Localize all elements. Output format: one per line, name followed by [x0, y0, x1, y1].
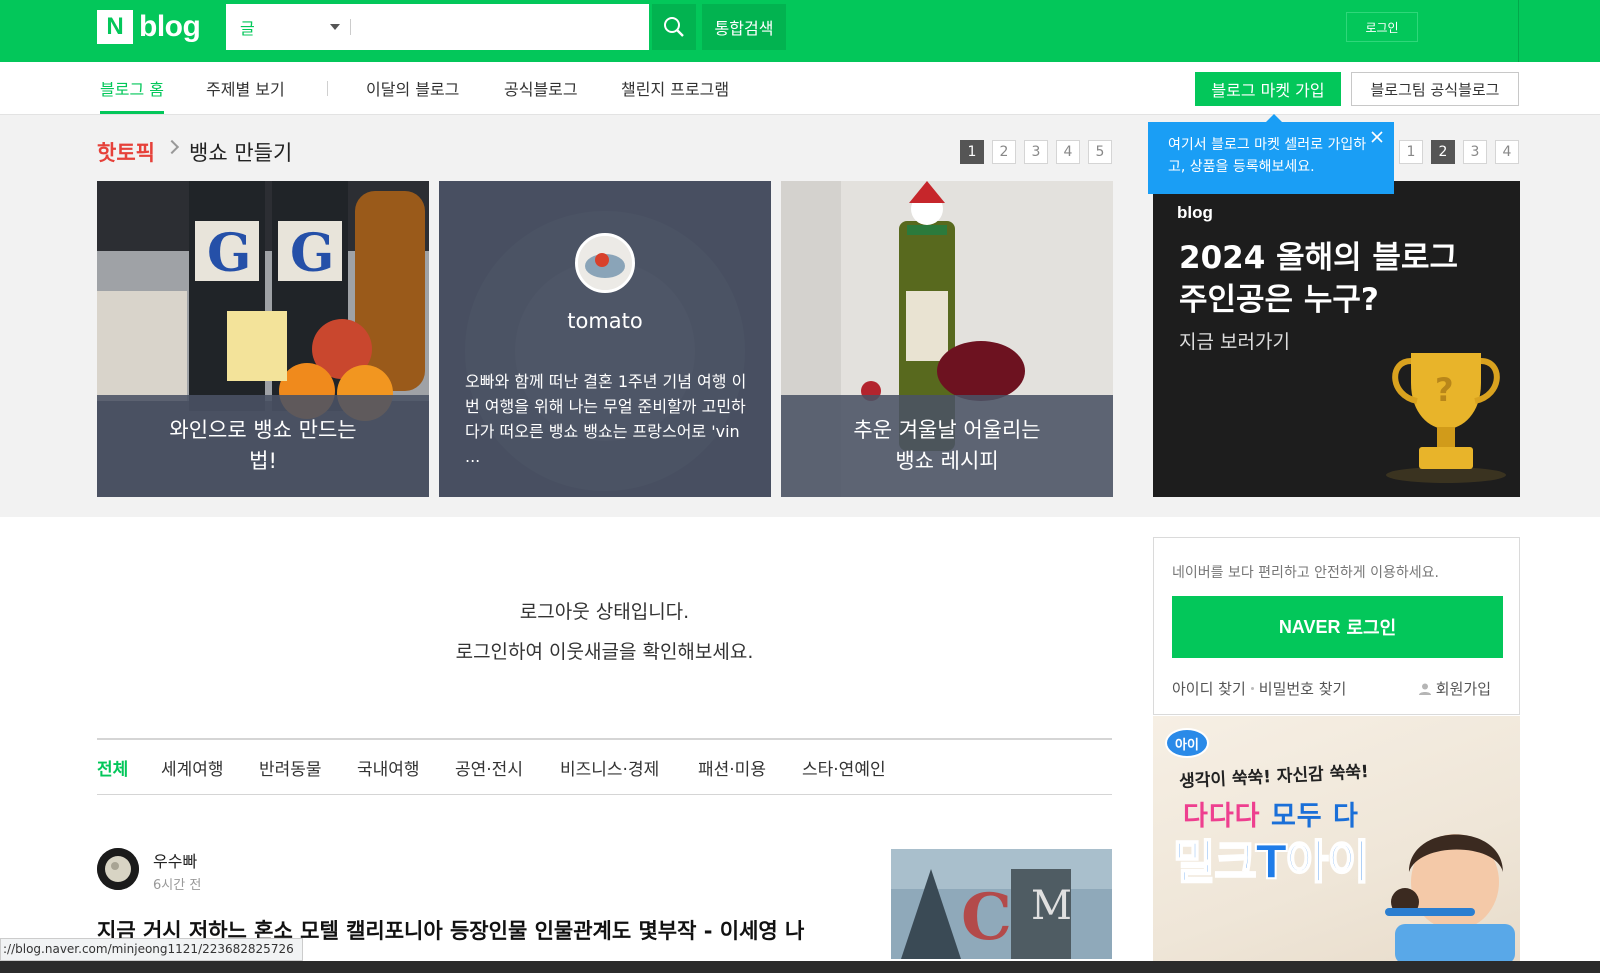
- signup-label: 회원가입: [1435, 680, 1491, 698]
- hot-topic-card-2[interactable]: tomato 오빠와 함께 떠난 결혼 1주년 기념 여행 이번 여행을 위해 …: [439, 181, 771, 497]
- card-excerpt: 오빠와 함께 떠난 결혼 1주년 기념 여행 이번 여행을 위해 나는 무얼 준…: [465, 372, 747, 466]
- avatar-image: [97, 848, 139, 890]
- ad-brand-badge: 아이: [1165, 728, 1209, 758]
- hot-topic-title[interactable]: 뱅쇼 만들기: [189, 137, 292, 167]
- login-description: 네이버를 보다 편리하고 안전하게 이용하세요.: [1172, 565, 1439, 581]
- promo-page-1[interactable]: 1: [1399, 140, 1423, 164]
- pager-page-4[interactable]: 4: [1056, 140, 1080, 164]
- post-thumbnail[interactable]: C M: [891, 849, 1112, 959]
- category-tab-domestic-travel[interactable]: 국내여행: [357, 755, 420, 780]
- separator-dot: [1250, 687, 1254, 690]
- subnav-monthly-blog[interactable]: 이달의 블로그: [366, 76, 459, 114]
- find-password-link[interactable]: 비밀번호 찾기: [1259, 680, 1347, 698]
- pager-page-2[interactable]: 2: [992, 140, 1016, 164]
- subnav-official-blog[interactable]: 공식블로그: [504, 76, 578, 114]
- category-tab-performance[interactable]: 공연·전시: [455, 755, 523, 780]
- status-bar-url: ://blog.naver.com/minjeong1121/223682825…: [0, 938, 303, 961]
- trophy-icon: ?: [1386, 353, 1506, 483]
- post-time: 6시간 전: [153, 878, 202, 893]
- naver-brand-text: NAVER: [1278, 616, 1341, 637]
- blog-of-the-year-banner[interactable]: blog 2024 올해의 블로그 주인공은 누구? 지금 보러가기 ?: [1153, 181, 1520, 497]
- search-box: 글: [226, 4, 649, 50]
- category-divider-bottom: [97, 794, 1112, 795]
- promo-title: 2024 올해의 블로그 주인공은 누구?: [1179, 240, 1458, 318]
- promo-page-2[interactable]: 2: [1431, 140, 1455, 164]
- card-caption: 추운 겨울날 어울리는 뱅쇼 레시피: [781, 395, 1113, 497]
- promo-page-3[interactable]: 3: [1463, 140, 1487, 164]
- motel-sign-photo: C M: [891, 849, 1112, 959]
- blog-wordmark: blog: [139, 10, 201, 43]
- market-join-tooltip: 여기서 블로그 마켓 셀러로 가입하고, 상품을 등록해보세요.: [1148, 114, 1394, 194]
- top-header: N blog 글 통합검색 로그인: [0, 0, 1600, 62]
- unified-search-button[interactable]: 통합검색: [702, 4, 786, 50]
- category-tab-celebrity[interactable]: 스타·연예인: [802, 755, 886, 780]
- category-tab-business[interactable]: 비즈니스·경제: [560, 755, 659, 780]
- login-button-label: 로그인: [1346, 618, 1397, 639]
- header-divider: [1518, 0, 1519, 62]
- logout-message: 로그아웃 상태입니다. 로그인하여 이웃새글을 확인해보세요.: [97, 592, 1112, 672]
- subnav-topics[interactable]: 주제별 보기: [206, 76, 285, 114]
- post-author-avatar[interactable]: [97, 848, 139, 890]
- taskbar: [0, 961, 1600, 973]
- hot-topic-pager: 1 2 3 4 5: [960, 140, 1112, 164]
- author-avatar: [575, 233, 635, 293]
- user-icon: [1418, 683, 1431, 695]
- header-login-button[interactable]: 로그인: [1346, 12, 1418, 42]
- find-id-link[interactable]: 아이디 찾기: [1172, 680, 1246, 698]
- search-input[interactable]: [351, 4, 649, 50]
- naver-n-logo: N: [97, 10, 133, 44]
- pager-page-5[interactable]: 5: [1088, 140, 1112, 164]
- search-scope-select[interactable]: 글: [226, 4, 350, 50]
- category-tab-all[interactable]: 전체: [97, 755, 128, 780]
- ad-brand-name: 밀크T아이: [1172, 834, 1371, 890]
- tooltip-text: 여기서 블로그 마켓 셀러로 가입하고, 상품을 등록해보세요.: [1168, 137, 1367, 175]
- close-icon[interactable]: [1370, 130, 1384, 144]
- svg-text:G: G: [207, 223, 251, 284]
- caret-down-icon: [330, 24, 340, 30]
- hot-topic-card-3[interactable]: 추운 겨울날 어울리는 뱅쇼 레시피: [781, 181, 1113, 497]
- hot-topic-card-1[interactable]: G G 와인으로 뱅쇼 만드는 법!: [97, 181, 429, 497]
- blog-team-official-button[interactable]: 블로그팀 공식블로그: [1351, 72, 1519, 106]
- subnav-divider: [327, 81, 328, 96]
- svg-text:G: G: [290, 223, 334, 284]
- tomato-avatar-image: [578, 236, 632, 290]
- subnav-blog-home[interactable]: 블로그 홈: [100, 76, 164, 114]
- login-links: 아이디 찾기 비밀번호 찾기 회원가입: [1172, 678, 1503, 699]
- logout-line-2: 로그인하여 이웃새글을 확인해보세요.: [455, 641, 754, 663]
- category-divider-top: [97, 738, 1112, 740]
- ad-tagline: 생각이 쑥쑥! 자신감 쑥쑥!: [1178, 762, 1370, 792]
- chevron-right-icon: [164, 139, 180, 155]
- milk-t-ad-banner[interactable]: 아이 생각이 쑥쑥! 자신감 쑥쑥! 다다다 모두 다 밀크T아이: [1153, 716, 1520, 961]
- naver-login-button[interactable]: NAVER 로그인: [1172, 596, 1503, 658]
- naver-blog-logo[interactable]: N blog: [97, 10, 201, 44]
- svg-text:?: ?: [1435, 371, 1454, 409]
- promo-blog-logo: blog: [1177, 203, 1213, 222]
- search-icon: [664, 17, 684, 37]
- promo-pager: 1 2 3 4: [1399, 140, 1519, 164]
- blog-market-join-button[interactable]: 블로그 마켓 가입: [1195, 72, 1341, 106]
- category-tab-fashion[interactable]: 패션·미용: [698, 755, 766, 780]
- search-scope-value: 글: [240, 19, 255, 38]
- card-caption: 와인으로 뱅쇼 만드는 법!: [97, 395, 429, 497]
- pager-page-1[interactable]: 1: [960, 140, 984, 164]
- svg-text:M: M: [1031, 883, 1072, 929]
- svg-text:C: C: [961, 880, 1012, 955]
- pager-page-3[interactable]: 3: [1024, 140, 1048, 164]
- sub-navigation: 블로그 홈 주제별 보기 이달의 블로그 공식블로그 챌린지 프로그램 블로그 …: [0, 62, 1600, 115]
- promo-subtitle: 지금 보러가기: [1179, 331, 1290, 353]
- login-box: 네이버를 보다 편리하고 안전하게 이용하세요. NAVER 로그인 아이디 찾…: [1153, 537, 1520, 715]
- category-tab-world-travel[interactable]: 세계여행: [161, 755, 224, 780]
- search-button[interactable]: [652, 4, 696, 50]
- category-tab-pets[interactable]: 반려동물: [259, 755, 322, 780]
- signup-link[interactable]: 회원가입: [1418, 678, 1491, 699]
- post-author-name[interactable]: 우수빠: [153, 848, 197, 872]
- subnav-challenge[interactable]: 챌린지 프로그램: [621, 76, 729, 114]
- card-author-name: tomato: [567, 309, 643, 333]
- promo-page-4[interactable]: 4: [1495, 140, 1519, 164]
- hot-topic-label[interactable]: 핫토픽: [97, 137, 155, 167]
- logout-line-1: 로그아웃 상태입니다.: [519, 601, 690, 623]
- child-illustration: [1385, 834, 1515, 961]
